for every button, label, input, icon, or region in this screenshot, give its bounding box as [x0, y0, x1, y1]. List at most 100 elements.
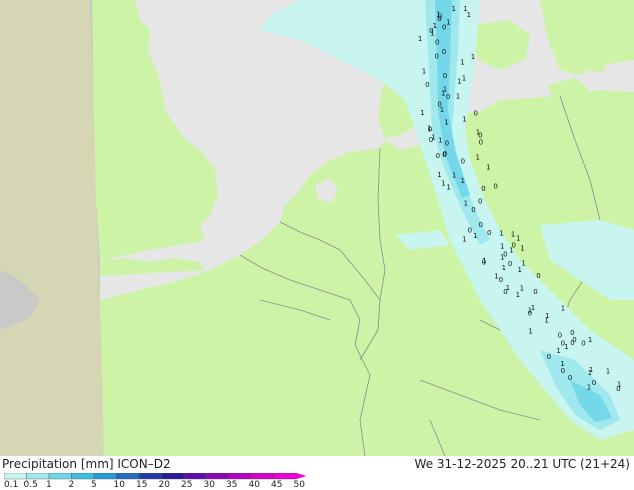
- rain-mark: 1: [444, 119, 448, 127]
- rain-mark: 0: [481, 185, 485, 193]
- colorbar-label: 20: [159, 480, 171, 487]
- rain-mark: 0: [461, 158, 465, 166]
- rain-mark: 0: [428, 126, 432, 134]
- rain-mark: 0: [487, 229, 491, 237]
- rain-mark: 1: [418, 35, 422, 43]
- colorbar-swatch: [138, 473, 162, 480]
- rain-mark: 1: [556, 347, 560, 355]
- colorbar-swatch: [4, 473, 27, 480]
- rain-mark: 1: [544, 316, 548, 324]
- colorbar-label: 10: [114, 480, 126, 487]
- colorbar-label: 0.5: [24, 480, 38, 487]
- rain-mark: 1: [564, 343, 568, 351]
- rain-mark: 0: [533, 288, 537, 296]
- rain-mark: 1: [486, 163, 490, 171]
- colorbar-label: 0.1: [4, 480, 18, 487]
- rain-mark: 0: [468, 227, 472, 235]
- colorbar-swatch: [26, 473, 50, 480]
- rain-mark: 0: [443, 72, 447, 80]
- legend-title: Precipitation [mm] ICON–D2: [2, 457, 171, 471]
- rain-mark: 1: [433, 22, 437, 30]
- colorbar-swatch: [228, 473, 252, 480]
- rain-mark: 1: [443, 86, 447, 94]
- rain-mark: 0: [478, 198, 482, 206]
- rain-mark: 0: [435, 39, 439, 47]
- rain-mark: 1: [516, 235, 520, 243]
- rain-mark: 0: [561, 367, 565, 375]
- rain-mark: 1: [511, 231, 515, 239]
- rain-mark: 1: [588, 336, 592, 344]
- precipitation-map: 1010110101101010101101011010101011010110…: [0, 0, 634, 456]
- rain-mark: 0: [499, 276, 503, 284]
- rain-mark: 0: [442, 151, 446, 159]
- rain-mark: 1: [452, 5, 456, 13]
- map-footer: Precipitation [mm] ICON–D2 We 31-12-2025…: [0, 456, 634, 490]
- colorbar-label: 5: [91, 480, 97, 487]
- rain-mark: 0: [435, 52, 439, 60]
- colorbar-label: 15: [136, 480, 147, 487]
- rain-mark: 1: [588, 369, 592, 377]
- rain-mark: 1: [509, 247, 513, 255]
- rain-mark: 0: [536, 272, 540, 280]
- rain-mark: 0: [436, 152, 440, 160]
- rain-mark: 0: [482, 258, 486, 266]
- outside-domain-land: [0, 0, 104, 456]
- rain-mark: 1: [500, 243, 504, 251]
- colorbar: 0.1 0.5 1 2 5 10 15 20 25 30 35 40 45 50: [4, 473, 307, 487]
- rain-mark: 1: [528, 327, 532, 335]
- rain-mark: 1: [440, 106, 444, 114]
- colorbar-label: 25: [181, 480, 192, 487]
- rain-mark: 1: [502, 264, 506, 272]
- rain-mark: 0: [572, 336, 576, 344]
- rain-mark: 1: [606, 368, 610, 376]
- rain-mark: 0: [592, 379, 596, 387]
- colorbar-swatch: [93, 473, 117, 480]
- rain-mark: 0: [471, 206, 475, 214]
- colorbar-label: 2: [69, 480, 75, 487]
- rain-mark: 1: [520, 244, 524, 252]
- rain-mark: 0: [508, 260, 512, 268]
- rain-mark: 1: [462, 236, 466, 244]
- rain-mark: 1: [460, 59, 464, 67]
- rain-mark: 0: [558, 332, 562, 340]
- rain-mark: 0: [581, 340, 585, 348]
- rain-mark: 1: [587, 383, 591, 391]
- rain-mark: 0: [479, 138, 483, 146]
- rain-mark: 1: [441, 180, 445, 188]
- rain-mark: 1: [422, 68, 426, 76]
- rain-mark: 1: [446, 183, 450, 191]
- rain-mark: 0: [446, 93, 450, 101]
- rain-mark: 0: [568, 374, 572, 382]
- colorbar-swatch: [206, 473, 230, 480]
- rain-mark: 0: [425, 81, 429, 89]
- colorbar-label: 30: [204, 480, 216, 487]
- rain-mark: 0: [445, 139, 449, 147]
- rain-mark: 1: [499, 230, 503, 238]
- rain-mark: 1: [518, 266, 522, 274]
- colorbar-swatch: [116, 473, 140, 480]
- colorbar-arrow: [296, 473, 307, 479]
- rain-mark: 1: [437, 171, 441, 179]
- rain-mark: 1: [516, 291, 520, 299]
- rain-mark: 0: [474, 110, 478, 118]
- rain-mark: 0: [528, 310, 532, 318]
- rain-mark: 1: [521, 259, 525, 267]
- rain-mark: 1: [420, 109, 424, 117]
- rain-mark: 0: [479, 221, 483, 229]
- colorbar-label: 35: [226, 480, 237, 487]
- rain-mark: 1: [461, 177, 465, 185]
- rain-mark: 1: [436, 10, 440, 18]
- rain-mark: 1: [476, 154, 480, 162]
- valid-time: We 31-12-2025 20..21 UTC (21+24): [414, 457, 630, 471]
- rain-mark: 0: [442, 48, 446, 56]
- colorbar-swatch: [273, 473, 297, 480]
- rain-mark: 1: [438, 136, 442, 144]
- rain-mark: 0: [493, 183, 497, 191]
- colorbar-swatch: [71, 473, 95, 480]
- colorbar-label: 45: [271, 480, 282, 487]
- rain-mark: 1: [462, 116, 466, 124]
- rain-mark: 0: [503, 251, 507, 259]
- rain-mark: 1: [462, 75, 466, 83]
- rain-mark: 1: [520, 285, 524, 293]
- rain-mark: 1: [467, 11, 471, 19]
